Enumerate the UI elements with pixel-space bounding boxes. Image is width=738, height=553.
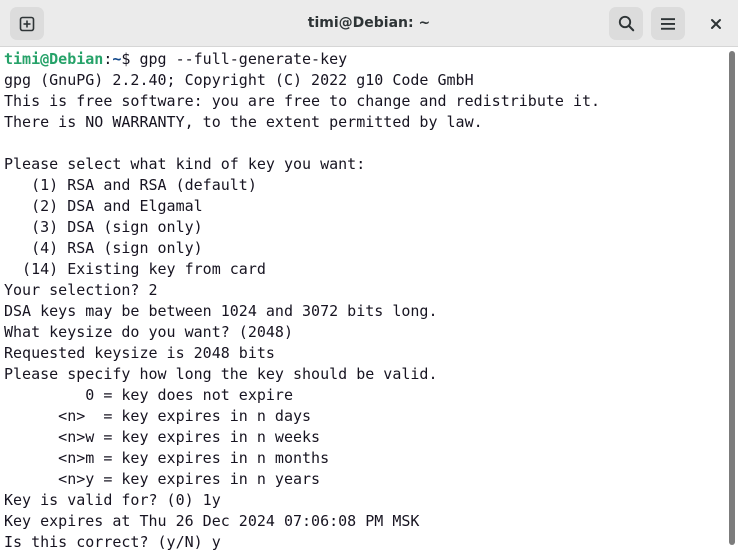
close-button[interactable] bbox=[699, 7, 733, 40]
output-line: (4) RSA (sign only) bbox=[4, 239, 203, 257]
main-menu-button[interactable] bbox=[651, 7, 685, 40]
output-line: (2) DSA and Elgamal bbox=[4, 197, 203, 215]
scrollbar-thumb[interactable] bbox=[729, 51, 735, 545]
output-line: Requested keysize is 2048 bits bbox=[4, 344, 275, 362]
output-line: (14) Existing key from card bbox=[4, 260, 266, 278]
output-line: <n>m = key expires in n months bbox=[4, 449, 330, 467]
output-line: This is free software: you are free to c… bbox=[4, 92, 601, 110]
output-line: gpg (GnuPG) 2.2.40; Copyright (C) 2022 g… bbox=[4, 71, 474, 89]
output-line: <n>w = key expires in n weeks bbox=[4, 428, 321, 446]
output-line: <n> = key expires in n days bbox=[4, 407, 312, 425]
output-line: There is NO WARRANTY, to the extent perm… bbox=[4, 113, 483, 131]
prompt-line: timi@Debian:~$ gpg --full-generate-key bbox=[4, 49, 600, 70]
output-line: Is this correct? (y/N) y bbox=[4, 533, 221, 551]
prompt-user-host: timi@Debian bbox=[4, 50, 104, 68]
output-line: What keysize do you want? (2048) bbox=[4, 323, 293, 341]
search-button[interactable] bbox=[609, 7, 643, 40]
terminal-lines: timi@Debian:~$ gpg --full-generate-key g… bbox=[4, 49, 600, 553]
terminal-output[interactable]: timi@Debian:~$ gpg --full-generate-key g… bbox=[0, 47, 726, 553]
output-line: Your selection? 2 bbox=[4, 281, 158, 299]
output-line: Key expires at Thu 26 Dec 2024 07:06:08 … bbox=[4, 512, 420, 530]
close-icon bbox=[711, 18, 721, 29]
output-line: Please specify how long the key should b… bbox=[4, 365, 438, 383]
prompt-command: gpg --full-generate-key bbox=[139, 50, 348, 68]
terminal-window: timi@Debian: ~ timi@Debian:~$ gpg --full… bbox=[0, 0, 738, 553]
plus-square-icon bbox=[19, 16, 35, 31]
prompt-symbol: $ bbox=[121, 50, 140, 68]
output-line: 0 = key does not expire bbox=[4, 386, 293, 404]
output-line: <n>y = key expires in n years bbox=[4, 470, 321, 488]
output-line: (3) DSA (sign only) bbox=[4, 218, 203, 236]
output-line: Please select what kind of key you want: bbox=[4, 155, 366, 173]
terminal-scrollbar[interactable] bbox=[726, 47, 738, 553]
search-icon bbox=[618, 15, 634, 32]
output-line: Key is valid for? (0) 1y bbox=[4, 491, 221, 509]
hamburger-menu-icon bbox=[661, 17, 675, 30]
output-line: DSA keys may be between 1024 and 3072 bi… bbox=[4, 302, 438, 320]
header-bar: timi@Debian: ~ bbox=[0, 0, 738, 47]
new-tab-button[interactable] bbox=[10, 7, 44, 40]
output-line: (1) RSA and RSA (default) bbox=[4, 176, 257, 194]
